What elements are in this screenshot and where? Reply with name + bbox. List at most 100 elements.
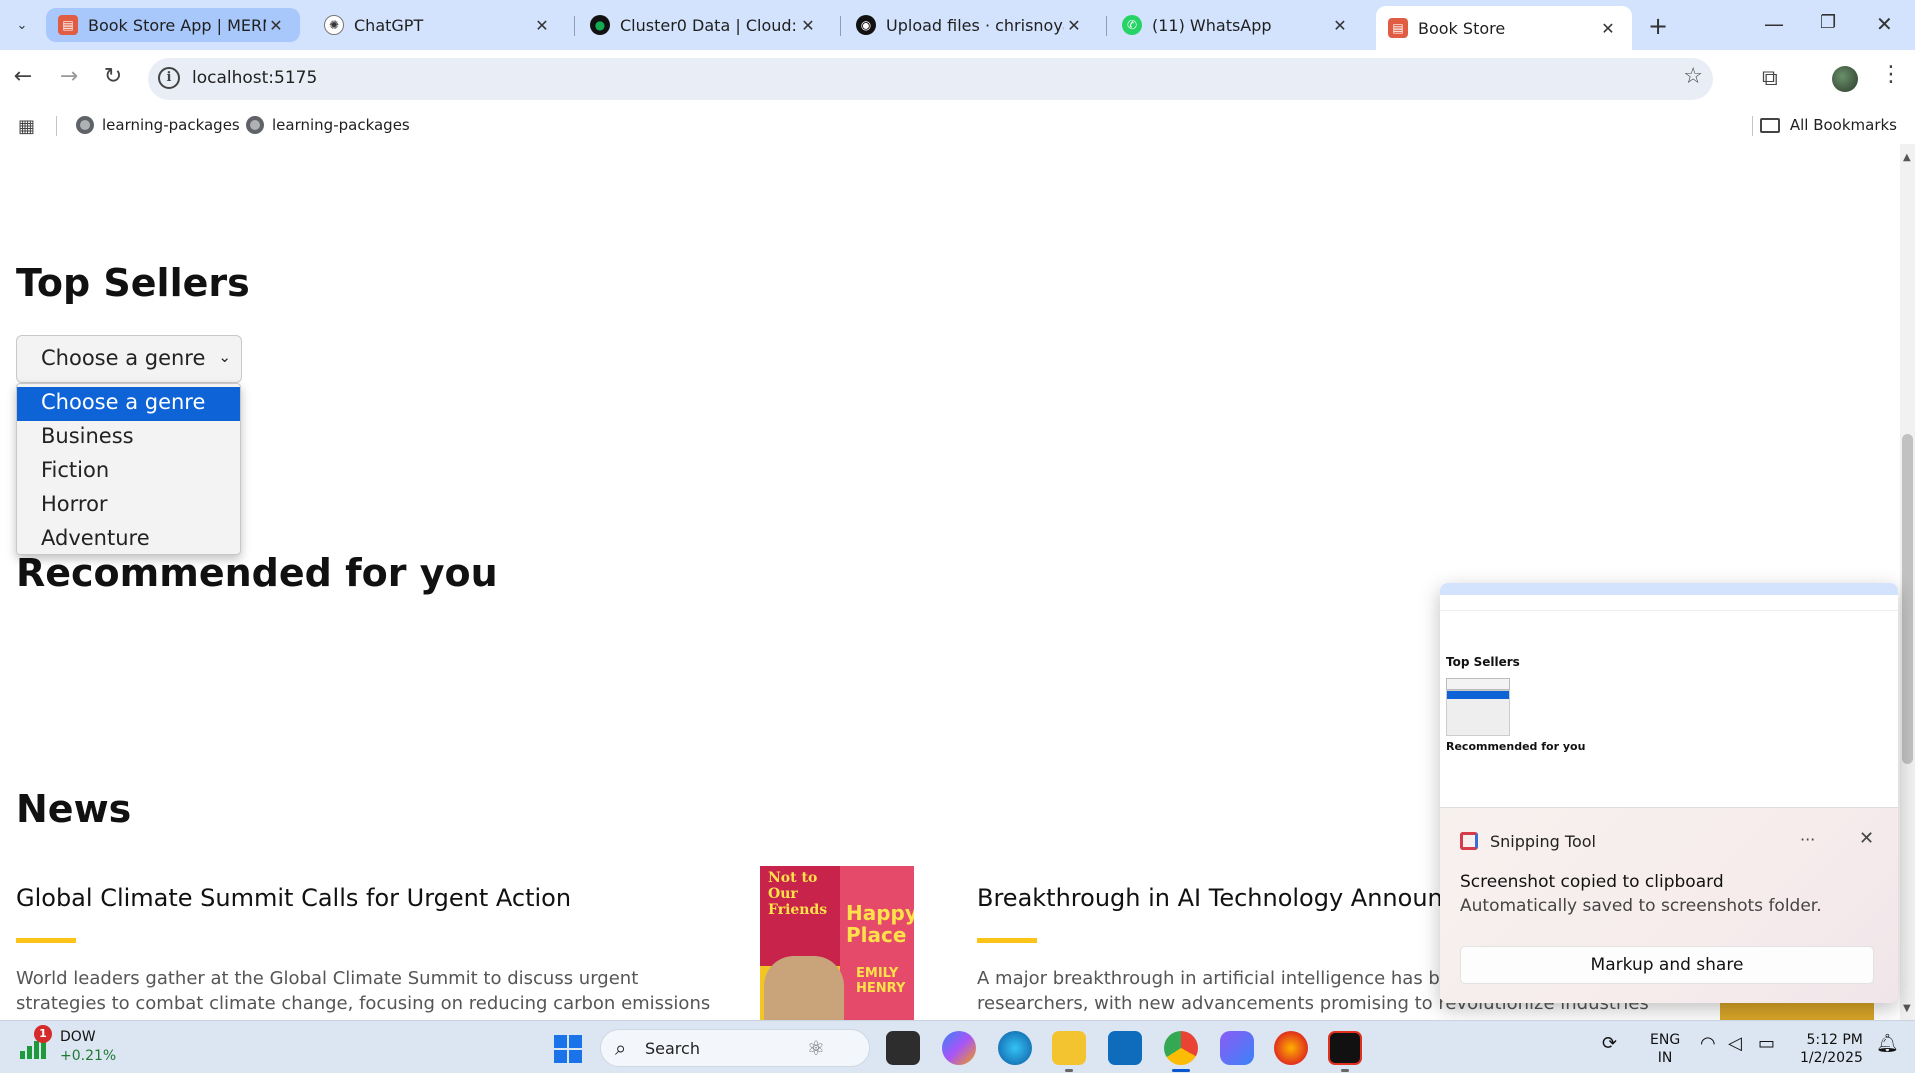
scroll-up-icon[interactable]: ▲: [1903, 152, 1911, 163]
app-icon[interactable]: [1220, 1031, 1254, 1065]
address-bar[interactable]: i localhost:5175 ☆: [148, 58, 1713, 100]
jetbrains-icon[interactable]: [1328, 1031, 1362, 1065]
bookmark-label: learning-packages: [272, 116, 410, 134]
news-heading: News: [16, 787, 132, 831]
url-text[interactable]: localhost:5175: [192, 68, 317, 88]
copilot-icon[interactable]: [942, 1031, 976, 1065]
sync-icon[interactable]: ⟳: [1602, 1033, 1617, 1054]
news-image-1[interactable]: Not to Our Friends Happy Place EMILY HEN…: [760, 866, 914, 1020]
news-accent-bar: [16, 938, 76, 943]
thumb-select: [1446, 678, 1510, 690]
close-tab-icon[interactable]: ✕: [798, 16, 818, 35]
bookmark-learning-packages-2[interactable]: learning-packages: [246, 116, 410, 134]
tab-chatgpt[interactable]: ✺ ChatGPT ✕: [312, 6, 566, 44]
close-tab-icon[interactable]: ✕: [1064, 16, 1084, 35]
edge-icon[interactable]: [998, 1031, 1032, 1065]
clock[interactable]: 5:12 PM 1/2/2025: [1800, 1031, 1863, 1067]
all-bookmarks-label: All Bookmarks: [1789, 116, 1897, 134]
tab-github[interactable]: ◉ Upload files · chrisnoyal914 ✕: [844, 6, 1098, 44]
tab-whatsapp[interactable]: ✆ (11) WhatsApp ✕: [1110, 6, 1364, 44]
tab-mongodb[interactable]: ● Cluster0 Data | Cloud: Mon ✕: [578, 6, 832, 44]
news-desc-line: World leaders gather at the Global Clima…: [16, 968, 639, 989]
genre-option[interactable]: Fiction: [17, 455, 240, 489]
task-view-icon[interactable]: [886, 1031, 920, 1065]
news-title-2[interactable]: Breakthrough in AI Technology Announced: [977, 884, 1447, 912]
file-explorer-icon[interactable]: [1052, 1031, 1086, 1065]
new-tab-button[interactable]: +: [1648, 12, 1668, 40]
thumb-dropdown-highlight: [1447, 691, 1509, 699]
wifi-icon[interactable]: ◠: [1700, 1033, 1716, 1054]
active-app-indicator: [1172, 1069, 1190, 1072]
mongodb-leaf-icon: ●: [590, 15, 610, 35]
taskbar-search[interactable]: ⌕ Search ⚛: [600, 1029, 870, 1067]
tab-bookstore-mern[interactable]: ▤ Book Store App | MERN Sta ✕: [46, 8, 300, 42]
running-indicator: [1341, 1069, 1349, 1072]
chrome-icon[interactable]: [1164, 1031, 1198, 1065]
snipping-tool-icon: [1460, 832, 1478, 850]
scrollbar-thumb[interactable]: [1902, 434, 1913, 764]
bookmarks-bar: ▦ learning-packages learning-packages Al…: [0, 108, 1915, 144]
profile-avatar[interactable]: [1832, 66, 1858, 92]
battery-icon[interactable]: ▭: [1758, 1033, 1775, 1054]
markup-and-share-button[interactable]: Markup and share: [1460, 946, 1874, 984]
page-scrollbar[interactable]: ▲ ▼: [1900, 144, 1915, 1020]
snipping-tool-notification[interactable]: Top Sellers Recommended for you Snipping…: [1440, 583, 1898, 1003]
genre-option[interactable]: Adventure: [17, 523, 240, 557]
tab-bookstore-active[interactable]: ▤ Book Store ✕: [1376, 6, 1632, 50]
genre-option[interactable]: Choose a genre: [17, 387, 240, 421]
genre-select-value: Choose a genre: [41, 346, 206, 370]
notification-badge: 1: [34, 1025, 52, 1043]
cover-text: Not to Our Friends: [768, 870, 828, 918]
tab-search-button[interactable]: ⌄: [8, 11, 36, 39]
apps-grid-icon[interactable]: ▦: [18, 116, 35, 137]
notification-app-name: Snipping Tool: [1490, 832, 1596, 851]
stock-widget[interactable]: 1 DOW +0.21%: [18, 1025, 128, 1069]
forward-button[interactable]: →: [54, 64, 84, 89]
tab-title: Book Store: [1418, 18, 1506, 38]
tab-separator: [574, 16, 575, 36]
browser-toolbar: ← → ↻ i localhost:5175 ☆ ⧉ ⋮: [0, 50, 1915, 108]
genre-select[interactable]: Choose a genre ⌄: [16, 335, 242, 383]
outlook-icon[interactable]: [1108, 1031, 1142, 1065]
bookmark-learning-packages-1[interactable]: learning-packages: [76, 116, 240, 134]
news-desc-1: World leaders gather at the Global Clima…: [16, 966, 716, 1016]
close-tab-icon[interactable]: ✕: [1330, 16, 1350, 35]
screenshot-thumbnail[interactable]: Top Sellers Recommended for you: [1440, 583, 1898, 808]
news-image-2[interactable]: [1720, 1000, 1874, 1020]
close-tab-icon[interactable]: ✕: [266, 16, 286, 35]
extensions-icon[interactable]: ⧉: [1762, 66, 1778, 91]
clock-date: 1/2/2025: [1800, 1050, 1863, 1066]
restore-button[interactable]: ❐: [1820, 12, 1836, 33]
firefox-icon[interactable]: [1274, 1031, 1308, 1065]
all-bookmarks-button[interactable]: All Bookmarks: [1759, 116, 1897, 134]
genre-option[interactable]: Business: [17, 421, 240, 455]
thumb-heading: Top Sellers: [1446, 655, 1520, 669]
bookmark-star-icon[interactable]: ☆: [1683, 64, 1703, 89]
tab-strip: ⌄ ▤ Book Store App | MERN Sta ✕ ✺ ChatGP…: [0, 0, 1915, 50]
scroll-down-icon[interactable]: ▼: [1903, 1003, 1911, 1014]
start-button[interactable]: [554, 1035, 582, 1063]
language-indicator[interactable]: ENG IN: [1650, 1031, 1680, 1067]
browser-menu-icon[interactable]: ⋮: [1880, 62, 1902, 87]
tab-title: Book Store App | MERN Sta: [88, 15, 266, 35]
news-title-1[interactable]: Global Climate Summit Calls for Urgent A…: [16, 884, 716, 912]
book-icon: ▤: [58, 15, 78, 35]
taskbar: 1 DOW +0.21% ⌕ Search ⚛ ⟳ ENG IN ◠ ◁ ▭ 5…: [0, 1020, 1915, 1073]
github-icon: ◉: [856, 15, 876, 35]
running-indicator: [1065, 1069, 1073, 1072]
close-tab-icon[interactable]: ✕: [1598, 19, 1618, 38]
close-window-button[interactable]: ✕: [1876, 12, 1893, 36]
close-icon[interactable]: ✕: [1859, 828, 1874, 849]
news-accent-bar: [977, 938, 1037, 943]
notifications-bell-icon[interactable]: 🔔︎: [1876, 1033, 1899, 1054]
volume-icon[interactable]: ◁: [1728, 1033, 1742, 1054]
site-info-icon[interactable]: i: [158, 67, 180, 89]
back-button[interactable]: ←: [8, 64, 38, 89]
close-tab-icon[interactable]: ✕: [532, 16, 552, 35]
genre-option[interactable]: Horror: [17, 489, 240, 523]
minimize-button[interactable]: —: [1764, 12, 1784, 36]
reload-button[interactable]: ↻: [98, 64, 128, 89]
whatsapp-icon: ✆: [1122, 15, 1142, 35]
bookmark-separator: [56, 116, 57, 136]
more-options-icon[interactable]: ···: [1800, 830, 1815, 849]
